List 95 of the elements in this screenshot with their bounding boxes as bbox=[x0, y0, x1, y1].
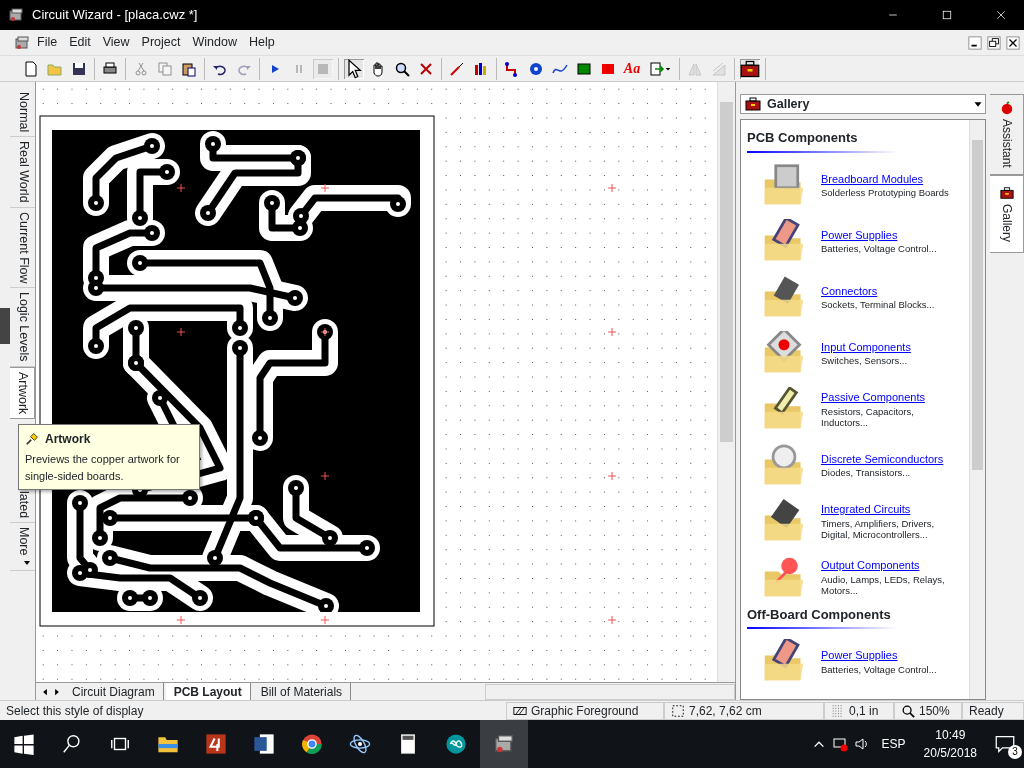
gallery-link[interactable]: Integrated Circuits bbox=[821, 501, 949, 518]
menu-item[interactable]: Help bbox=[243, 31, 280, 54]
status-text: 0,1 in bbox=[849, 702, 879, 720]
pad-icon[interactable] bbox=[528, 60, 544, 77]
menu-item[interactable]: Edit bbox=[64, 31, 96, 54]
windows-logo-icon[interactable] bbox=[13, 733, 35, 755]
delete-icon[interactable] bbox=[418, 60, 434, 77]
gallery-description: Diodes, Transistors... bbox=[821, 467, 912, 479]
bar-graph-icon[interactable] bbox=[473, 60, 489, 77]
gallery-link[interactable]: Output Components bbox=[821, 557, 949, 574]
gallery-link[interactable]: Power Supplies bbox=[821, 226, 949, 244]
view-tab[interactable]: Current Flow bbox=[10, 207, 35, 289]
gallery-link[interactable]: Input Components bbox=[821, 338, 949, 356]
window-title: Circuit Wizard - [placa.cwz *] bbox=[32, 6, 199, 25]
gallery-link[interactable]: Power Supplies bbox=[821, 647, 949, 664]
toolbox-icon[interactable] bbox=[740, 58, 760, 79]
paste-icon[interactable] bbox=[181, 60, 197, 77]
document-tab[interactable]: Bill of Materials bbox=[252, 682, 352, 701]
gallery-description: Batteries, Voltage Control... bbox=[821, 243, 938, 255]
horizontal-scrollbar[interactable] bbox=[485, 683, 735, 700]
app-logo-icon bbox=[14, 34, 30, 51]
app-logo-icon[interactable] bbox=[493, 733, 515, 755]
gallery-description: Timers, Amplifiers, Drivers, Digital, Microcontrollers... bbox=[821, 517, 936, 540]
printer-icon[interactable] bbox=[102, 60, 118, 77]
gallery-description: Audio, Lamps, LEDs, Relays, Motors... bbox=[821, 573, 946, 596]
pointer-icon[interactable] bbox=[344, 58, 364, 79]
save-icon[interactable] bbox=[71, 60, 87, 77]
gallery-link[interactable]: Discrete Semiconductors bbox=[821, 450, 949, 468]
browser-icon[interactable] bbox=[301, 733, 323, 755]
speaker-icon[interactable] bbox=[853, 736, 870, 752]
view-tab[interactable]: Artwork bbox=[10, 366, 35, 420]
track-icon[interactable] bbox=[504, 60, 520, 77]
rectangle-icon[interactable] bbox=[576, 60, 592, 77]
status-text: Graphic Foreground bbox=[531, 702, 639, 720]
toolbox-icon bbox=[999, 185, 1014, 200]
view-tab[interactable]: Normal bbox=[10, 88, 35, 138]
caret-icon[interactable] bbox=[24, 559, 31, 566]
network-icon[interactable] bbox=[831, 736, 848, 752]
gallery-link[interactable]: Breadboard Modules bbox=[821, 170, 949, 188]
infinity-logo-icon[interactable] bbox=[445, 733, 467, 755]
toolbox-icon bbox=[745, 96, 761, 112]
restore-icon[interactable] bbox=[986, 35, 1002, 50]
status-text: 150% bbox=[919, 702, 950, 720]
tooltip-text: Previews the copper artwork for single-sided boards. bbox=[25, 452, 181, 484]
selection-icon bbox=[671, 703, 685, 718]
zoom-icon bbox=[901, 703, 915, 718]
app-logo-icon bbox=[8, 7, 24, 23]
apple-icon bbox=[999, 101, 1014, 115]
caret-icon[interactable] bbox=[665, 65, 671, 72]
import-icon[interactable] bbox=[649, 60, 665, 77]
view-tab[interactable]: Real World bbox=[10, 137, 35, 208]
gallery-dropdown[interactable]: Gallery bbox=[740, 94, 986, 114]
gallery-link[interactable]: Passive Components bbox=[821, 389, 949, 406]
gallery-link[interactable]: Connectors bbox=[821, 282, 949, 300]
zoom-icon[interactable] bbox=[394, 60, 410, 77]
gallery-description: Sockets, Terminal Blocks... bbox=[821, 299, 936, 311]
gallery-description: Batteries, Voltage Control... bbox=[821, 663, 938, 675]
side-tab[interactable]: Gallery bbox=[990, 174, 1024, 253]
status-message: Select this style of display bbox=[5, 702, 145, 720]
side-tab[interactable]: Assistant bbox=[990, 94, 1024, 175]
hand-icon[interactable] bbox=[370, 60, 386, 77]
atom-icon[interactable] bbox=[349, 733, 371, 755]
notification-count: 3 bbox=[1008, 745, 1022, 759]
menu-item[interactable]: View bbox=[97, 31, 135, 54]
brush-icon bbox=[25, 432, 39, 446]
new-file-icon[interactable] bbox=[23, 60, 39, 77]
gallery-description: Switches, Sensors... bbox=[821, 355, 909, 367]
tooltip-title: Artwork bbox=[45, 431, 91, 448]
vertical-scrollbar[interactable] bbox=[717, 82, 735, 682]
view-tab[interactable]: More bbox=[10, 523, 35, 571]
app-tile-icon[interactable] bbox=[205, 733, 227, 755]
clock-time[interactable]: 10:49 bbox=[923, 726, 977, 744]
menu-item[interactable]: Window bbox=[187, 31, 242, 54]
document-icon[interactable] bbox=[253, 733, 275, 755]
document-tab[interactable]: Circuit Diagram bbox=[64, 682, 164, 701]
keyboard-language[interactable]: ESP bbox=[875, 735, 912, 753]
document-tab[interactable]: PCB Layout bbox=[165, 682, 251, 701]
section-heading: PCB Components bbox=[747, 128, 897, 153]
list-scrollbar[interactable] bbox=[969, 120, 985, 699]
section-heading: Off-Board Components bbox=[747, 604, 897, 629]
menu-item[interactable]: File bbox=[32, 31, 63, 54]
side-handle[interactable] bbox=[0, 308, 10, 344]
close-icon[interactable] bbox=[1005, 35, 1021, 50]
gallery-description: Resistors, Capacitors, Inductors... bbox=[821, 405, 915, 428]
clock-date[interactable]: 20/5/2018 bbox=[923, 744, 977, 762]
maximize-icon[interactable] bbox=[941, 9, 953, 21]
probe-icon[interactable] bbox=[449, 60, 465, 77]
gallery-description: Solderless Prototyping Boards bbox=[821, 187, 949, 199]
text-tool-button[interactable]: Aa bbox=[623, 58, 641, 79]
minimize-icon[interactable] bbox=[967, 35, 983, 50]
menu-item[interactable]: Project bbox=[136, 31, 186, 54]
search-icon[interactable] bbox=[61, 733, 83, 755]
grid-icon bbox=[831, 703, 845, 718]
status-text: Ready bbox=[969, 702, 1004, 720]
status-text: 7,62, 7,62 cm bbox=[689, 702, 762, 720]
